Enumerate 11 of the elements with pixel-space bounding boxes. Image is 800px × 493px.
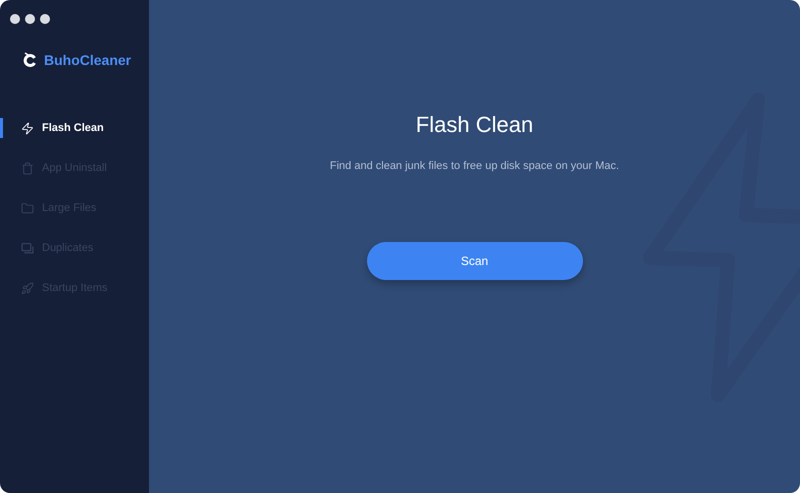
trash-icon	[21, 162, 34, 174]
duplicates-icon	[21, 242, 34, 254]
scan-button[interactable]: Scan	[366, 242, 582, 280]
page-title: Flash Clean	[416, 112, 534, 138]
app-name: BuhoCleaner	[44, 52, 132, 68]
page-subtitle: Find and clean junk files to free up disk space on your Mac.	[330, 160, 620, 172]
lightning-icon	[21, 122, 34, 134]
sidebar-item-label: Flash Clean	[42, 122, 104, 134]
logo-icon	[22, 52, 38, 68]
rocket-icon	[21, 282, 34, 294]
folder-icon	[21, 202, 34, 214]
